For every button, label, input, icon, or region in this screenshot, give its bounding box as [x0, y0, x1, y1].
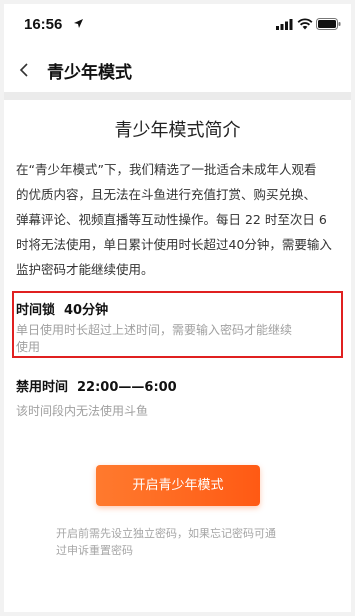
ban-period-heading: 禁用时间 22:00——6:00 — [16, 376, 177, 395]
intro-line: 弹幕评论、视频直播等互动性操作。每日 22 时至次日 6 — [16, 212, 327, 227]
wifi-icon — [297, 18, 313, 30]
battery-icon — [316, 18, 341, 30]
back-arrow-icon[interactable] — [18, 61, 32, 79]
intro-text: 在“青少年模式”下，我们精选了一批适合未成年人观看 的优质内容，且无法在斗鱼进行… — [16, 157, 342, 282]
ban-period-label: 禁用时间 — [16, 380, 69, 395]
intro-line: 监护密码才能继续使用。 — [16, 262, 154, 277]
ban-period-value: 22:00——6:00 — [77, 380, 177, 395]
ban-period-description: 该时间段内无法使用斗鱼 — [16, 404, 149, 418]
time-lock-label: 时间锁 — [16, 303, 56, 318]
time-lock-desc-line: 使用 — [16, 340, 41, 354]
intro-line: 的优质内容，且无法在斗鱼进行充值打赏、购买兑换、 — [16, 187, 317, 202]
intro-line: 时将无法使用，单日累计使用时长超过40分钟，需要输入 — [16, 237, 332, 252]
time-lock-description: 单日使用时长超过上述时间，需要输入密码才能继续 使用 — [16, 322, 338, 356]
nav-divider — [4, 92, 351, 100]
footnote-line: 过申诉重置密码 — [56, 544, 133, 557]
enable-teen-mode-button[interactable]: 开启青少年模式 — [96, 465, 260, 506]
time-lock-value: 40分钟 — [64, 303, 109, 318]
page-title: 青少年模式简介 — [114, 120, 241, 141]
app-screen: 16:56 青少年模式 青少年模式简介 在“青少年模式”下，我们精选了一批适合未… — [4, 4, 351, 612]
intro-line: 在“青少年模式”下，我们精选了一批适合未成年人观看 — [16, 162, 317, 177]
navigation-bar: 青少年模式 — [4, 46, 351, 92]
nav-title: 青少年模式 — [47, 63, 132, 83]
status-time: 16:56 — [24, 16, 63, 33]
cellular-signal-icon — [276, 19, 293, 30]
footnote: 开启前需先设立独立密码，如果忘记密码可通 过申诉重置密码 — [56, 525, 306, 559]
time-lock-heading: 时间锁 40分钟 — [16, 299, 108, 318]
status-bar: 16:56 — [4, 4, 351, 42]
footnote-line: 开启前需先设立独立密码，如果忘记密码可通 — [56, 527, 276, 540]
time-lock-desc-line: 单日使用时长超过上述时间，需要输入密码才能继续 — [16, 323, 293, 337]
location-arrow-icon — [74, 19, 83, 28]
